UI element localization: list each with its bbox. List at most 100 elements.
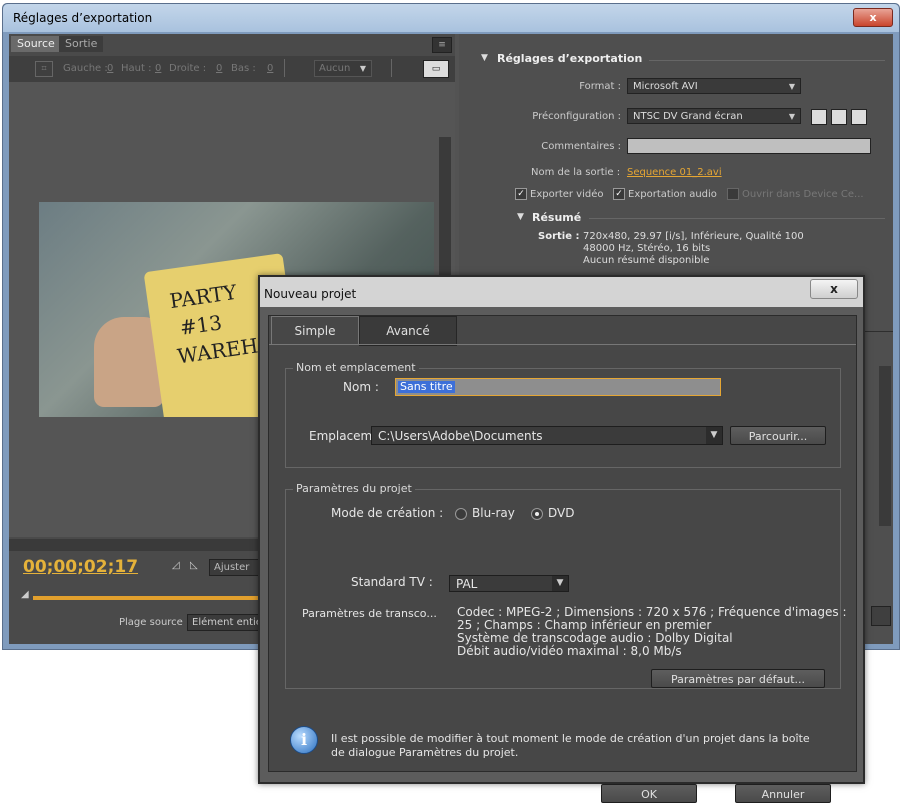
divider <box>589 218 885 219</box>
crop-bottom-label: Bas : <box>231 63 256 74</box>
name-location-group-label: Nom et emplacement <box>293 361 419 374</box>
project-name-value: Sans titre <box>398 380 455 393</box>
open-device-checkbox[interactable]: Ouvrir dans Device Ce... <box>727 188 864 200</box>
transcode-line: Débit audio/vidéo maximal : 8,0 Mb/s <box>457 644 682 658</box>
output-name-link[interactable]: Sequence 01_2.avi <box>627 167 722 178</box>
set-out-point-icon[interactable]: ◺ <box>190 560 198 571</box>
right-scrollbar[interactable] <box>879 366 891 526</box>
crop-bottom-value[interactable]: 0 <box>267 63 273 74</box>
triangle-down-icon[interactable]: ▼ <box>481 53 488 63</box>
chevron-down-icon: ▼ <box>552 576 568 591</box>
tv-standard-label: Standard TV : <box>351 575 433 589</box>
toolbar-divider <box>284 59 285 77</box>
set-in-point-icon[interactable]: ◿ <box>172 560 180 571</box>
default-settings-button[interactable]: Paramètres par défaut... <box>651 669 825 688</box>
cancel-button[interactable]: Annuler <box>735 784 831 803</box>
checkbox-empty-icon <box>727 188 739 200</box>
toolbar-divider <box>391 59 392 77</box>
preset-value: NTSC DV Grand écran <box>633 111 743 122</box>
location-select[interactable]: C:\Users\Adobe\Documents ▼ <box>371 426 723 445</box>
preset-label: Préconfiguration : <box>532 111 621 122</box>
open-device-label: Ouvrir dans Device Ce... <box>742 189 864 200</box>
crop-toolbar: ⌗ Gauche : 0 Haut : 0 Droite : 0 Bas : 0… <box>9 56 455 82</box>
dialog-close-button[interactable]: x <box>810 279 858 299</box>
export-audio-checkbox[interactable]: ✓ Exportation audio <box>613 188 717 200</box>
triangle-down-icon[interactable]: ▼ <box>517 212 524 222</box>
bluray-radio[interactable]: Blu-ray <box>455 506 515 520</box>
project-name-input[interactable]: Sans titre <box>395 378 721 396</box>
crop-left-value[interactable]: 0 <box>107 63 113 74</box>
summary-output-label: Sortie : <box>538 231 580 242</box>
format-label: Format : <box>579 81 621 92</box>
chevron-down-icon: ▼ <box>706 427 722 444</box>
crop-right-value[interactable]: 0 <box>216 63 222 74</box>
chevron-down-icon: ▼ <box>359 64 366 73</box>
bluray-label: Blu-ray <box>472 506 515 520</box>
crop-ratio-select[interactable]: Aucun ▼ <box>314 60 372 77</box>
playhead-icon[interactable]: ◢ <box>21 589 29 600</box>
summary-line: 48000 Hz, Stéréo, 16 bits <box>583 243 711 254</box>
browse-button[interactable]: Parcourir... <box>730 426 826 445</box>
info-message: Il est possible de modifier à tout momen… <box>331 732 841 760</box>
tv-standard-select[interactable]: PAL ▼ <box>449 575 569 592</box>
tabs-divider <box>269 344 856 345</box>
save-preset-icon[interactable] <box>811 109 827 125</box>
export-window-title: Réglages d’exportation <box>13 11 153 25</box>
export-video-checkbox[interactable]: ✓ Exporter vidéo <box>515 188 604 200</box>
summary-details: 720x480, 29.97 [i/s], Inférieure, Qualit… <box>583 231 804 267</box>
preset-select[interactable]: NTSC DV Grand écran ▼ <box>627 108 801 124</box>
divider <box>649 60 885 61</box>
export-close-button[interactable]: x <box>853 8 893 27</box>
new-project-dialog: Nouveau projet x Simple Avancé Nom et em… <box>258 275 865 803</box>
info-line: Il est possible de modifier à tout momen… <box>331 732 810 745</box>
dvd-radio[interactable]: DVD <box>531 506 574 520</box>
check-icon: ✓ <box>515 188 527 200</box>
output-name-label: Nom de la sortie : <box>531 167 621 178</box>
radio-icon <box>455 507 467 520</box>
comments-input[interactable] <box>627 138 871 154</box>
mode-label: Mode de création : <box>331 506 444 520</box>
panel-menu-icon[interactable]: ≡ <box>432 37 452 53</box>
export-titlebar: Réglages d’exportation x <box>3 4 899 32</box>
transcode-label: Paramètres de transco... <box>302 607 437 620</box>
location-value: C:\Users\Adobe\Documents <box>378 429 543 443</box>
dialog-titlebar: Nouveau projet x <box>260 277 863 307</box>
delete-preset-icon[interactable] <box>851 109 867 125</box>
tab-avance[interactable]: Avancé <box>359 316 457 346</box>
info-line: de dialogue Paramètres du projet. <box>331 746 519 759</box>
timecode-display[interactable]: 00;00;02;17 <box>23 557 138 577</box>
ok-button[interactable]: OK <box>601 784 697 803</box>
info-icon: i <box>290 726 318 754</box>
import-preset-icon[interactable] <box>831 109 847 125</box>
format-value: Microsoft AVI <box>633 81 698 92</box>
crop-left-label: Gauche : <box>63 63 108 74</box>
tab-source[interactable]: Source <box>11 36 61 52</box>
radio-selected-icon <box>531 507 543 520</box>
dialog-content: Simple Avancé Nom et emplacement Nom : S… <box>268 315 857 803</box>
comments-label: Commentaires : <box>541 141 621 152</box>
source-range-label: Plage source : <box>119 617 190 628</box>
crop-icon[interactable]: ⌗ <box>35 61 53 77</box>
aspect-icon[interactable]: ▭ <box>423 60 449 78</box>
chevron-down-icon: ▼ <box>788 112 795 121</box>
crop-top-label: Haut : <box>121 63 152 74</box>
crop-right-label: Droite : <box>169 63 207 74</box>
name-label: Nom : <box>343 380 379 394</box>
crop-ratio-value: Aucun <box>319 63 351 74</box>
summary-header: Résumé <box>532 211 582 224</box>
format-select[interactable]: Microsoft AVI ▼ <box>627 78 801 94</box>
export-video-label: Exporter vidéo <box>530 189 604 200</box>
tab-sortie[interactable]: Sortie <box>59 36 104 52</box>
dialog-title: Nouveau projet <box>264 287 357 301</box>
tab-simple[interactable]: Simple <box>271 316 359 345</box>
tv-standard-value: PAL <box>456 577 478 591</box>
chevron-down-icon: ▼ <box>788 82 795 91</box>
export-audio-label: Exportation audio <box>628 189 717 200</box>
crop-top-value[interactable]: 0 <box>155 63 161 74</box>
check-icon: ✓ <box>613 188 625 200</box>
transcode-details: Codec : MPEG-2 ; Dimensions : 720 x 576 … <box>457 606 847 658</box>
project-settings-group-label: Paramètres du projet <box>293 482 415 495</box>
right-pane-button[interactable] <box>871 606 891 626</box>
export-settings-header: Réglages d’exportation <box>497 52 643 65</box>
summary-line: 720x480, 29.97 [i/s], Inférieure, Qualit… <box>583 231 804 242</box>
